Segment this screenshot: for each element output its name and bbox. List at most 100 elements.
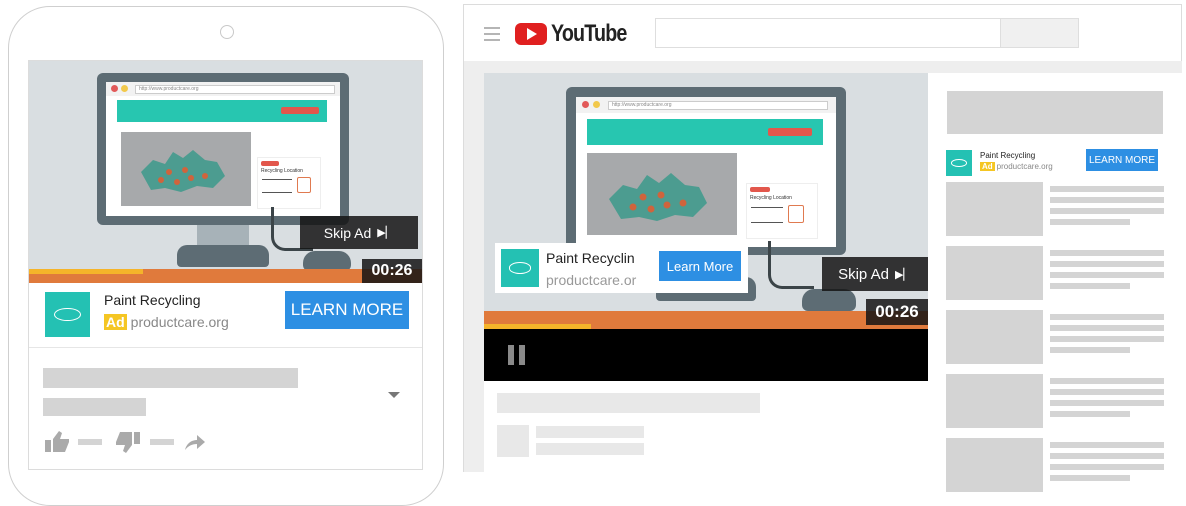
progress-fill xyxy=(29,269,143,274)
hamburger-menu-icon[interactable] xyxy=(484,27,500,41)
video-meta-line-placeholder xyxy=(1050,453,1164,459)
skip-ad-label: Skip Ad xyxy=(838,265,889,283)
video-title-placeholder xyxy=(43,368,298,388)
monitor-neck xyxy=(197,225,249,247)
video-meta-line-placeholder xyxy=(1050,186,1164,192)
browser-url: http://www.productcare.org xyxy=(608,101,828,110)
sidebar-video-item[interactable] xyxy=(946,438,1164,492)
video-meta-line-placeholder xyxy=(1050,314,1164,320)
sidebar-video-item[interactable] xyxy=(946,310,1164,364)
ad-badge: Ad xyxy=(104,314,127,330)
channel-subs-placeholder xyxy=(536,443,644,455)
video-subtitle-placeholder xyxy=(43,398,146,416)
channel-name-placeholder xyxy=(536,426,644,438)
ad-timer: 00:26 xyxy=(866,299,928,325)
search-input[interactable] xyxy=(655,18,1001,48)
advertiser-logo[interactable] xyxy=(501,249,539,287)
browser-url: http://www.productcare.org xyxy=(135,85,335,94)
skip-next-icon: ▶▏ xyxy=(894,268,912,281)
channel-avatar-placeholder xyxy=(497,425,529,457)
card-box xyxy=(297,177,311,193)
ad-timer: 00:26 xyxy=(362,259,422,283)
site-cta-tag xyxy=(768,128,812,136)
like-count-placeholder xyxy=(78,439,102,445)
video-meta-line-placeholder xyxy=(1050,411,1130,417)
card-box xyxy=(788,205,804,223)
skip-ad-button[interactable]: Skip Ad ▶▏ xyxy=(822,257,928,291)
sidebar-ad-title[interactable]: Paint Recycling xyxy=(980,151,1035,160)
youtube-brand[interactable]: YouTube xyxy=(551,20,627,48)
card-title: Recycling Location xyxy=(261,168,303,174)
video-meta-line-placeholder xyxy=(1050,208,1164,214)
dislike-count-placeholder xyxy=(150,439,174,445)
video-meta-line-placeholder xyxy=(1050,250,1164,256)
window-dot xyxy=(121,85,128,92)
canada-map xyxy=(121,132,251,206)
canada-map xyxy=(587,153,737,235)
sidebar-video-item[interactable] xyxy=(946,182,1164,236)
overlay-ad-domain: productcare.or xyxy=(546,272,637,288)
chevron-down-icon[interactable] xyxy=(388,392,400,398)
thumbs-down-icon[interactable] xyxy=(114,430,142,459)
window-dot xyxy=(582,101,589,108)
video-meta-line-placeholder xyxy=(1050,389,1164,395)
divider xyxy=(29,347,422,348)
window-dot xyxy=(111,85,118,92)
mobile-video-player[interactable]: http://www.productcare.org Recycling Loc… xyxy=(29,61,422,283)
video-meta-line-placeholder xyxy=(1050,272,1164,278)
thumbs-up-icon[interactable] xyxy=(43,430,71,459)
youtube-play-triangle xyxy=(527,28,537,40)
pause-icon[interactable] xyxy=(508,345,530,365)
video-meta-line-placeholder xyxy=(1050,347,1130,353)
advertiser-logo[interactable] xyxy=(946,150,972,176)
phone-camera xyxy=(220,25,234,39)
mouse xyxy=(303,251,351,271)
video-meta-line-placeholder xyxy=(1050,378,1164,384)
ad-domain-line: Ad productcare.org xyxy=(104,314,229,330)
video-thumbnail-placeholder xyxy=(946,182,1043,236)
skip-ad-label: Skip Ad xyxy=(323,224,372,241)
video-thumbnail-placeholder xyxy=(946,310,1043,364)
card-lines xyxy=(262,179,292,193)
mouse-cable xyxy=(768,241,814,289)
learn-more-button[interactable]: LEARN MORE xyxy=(1086,149,1158,171)
video-meta-line-placeholder xyxy=(1050,283,1130,289)
sidebar-ad-domain-line: Ad productcare.org xyxy=(980,162,1053,171)
ad-title[interactable]: Paint Recycling xyxy=(104,292,201,308)
video-thumbnail-placeholder xyxy=(946,374,1043,428)
video-meta-line-placeholder xyxy=(1050,197,1164,203)
learn-more-button[interactable]: LEARN MORE xyxy=(285,291,409,329)
video-meta-line-placeholder xyxy=(1050,261,1164,267)
player-controls xyxy=(484,329,928,381)
sidebar-video-item[interactable] xyxy=(946,246,1164,300)
sidebar-video-item[interactable] xyxy=(946,374,1164,428)
learn-more-button[interactable]: Learn More xyxy=(659,251,741,281)
card-title: Recycling Location xyxy=(750,195,792,201)
share-arrow-icon[interactable] xyxy=(183,432,207,457)
overlay-ad-title[interactable]: Paint Recyclin xyxy=(546,250,650,266)
search-button[interactable] xyxy=(1000,18,1079,48)
site-cta-tag xyxy=(281,107,319,114)
skip-next-icon: ▶▏ xyxy=(377,227,395,239)
sidebar-ad-domain: productcare.org xyxy=(996,162,1053,171)
video-thumbnail-placeholder xyxy=(946,246,1043,300)
card-lines xyxy=(751,207,783,223)
video-meta-line-placeholder xyxy=(1050,219,1130,225)
video-title-placeholder xyxy=(497,393,760,413)
overlay-ad[interactable]: Paint Recyclin productcare.or Learn More xyxy=(495,243,748,293)
mouse xyxy=(802,289,856,311)
video-thumbnail-placeholder xyxy=(946,438,1043,492)
card-tag xyxy=(261,161,279,166)
sidebar-banner-placeholder xyxy=(947,91,1163,134)
advertiser-logo[interactable] xyxy=(45,292,90,337)
card-tag xyxy=(750,187,770,192)
video-meta-line-placeholder xyxy=(1050,464,1164,470)
ad-badge: Ad xyxy=(980,162,995,171)
window-dot xyxy=(593,101,600,108)
video-meta-line-placeholder xyxy=(1050,442,1164,448)
skip-ad-button[interactable]: Skip Ad ▶▏ xyxy=(300,216,418,249)
ad-domain: productcare.org xyxy=(130,314,229,330)
video-meta-line-placeholder xyxy=(1050,336,1164,342)
monitor-base xyxy=(177,245,269,267)
video-meta-line-placeholder xyxy=(1050,325,1164,331)
